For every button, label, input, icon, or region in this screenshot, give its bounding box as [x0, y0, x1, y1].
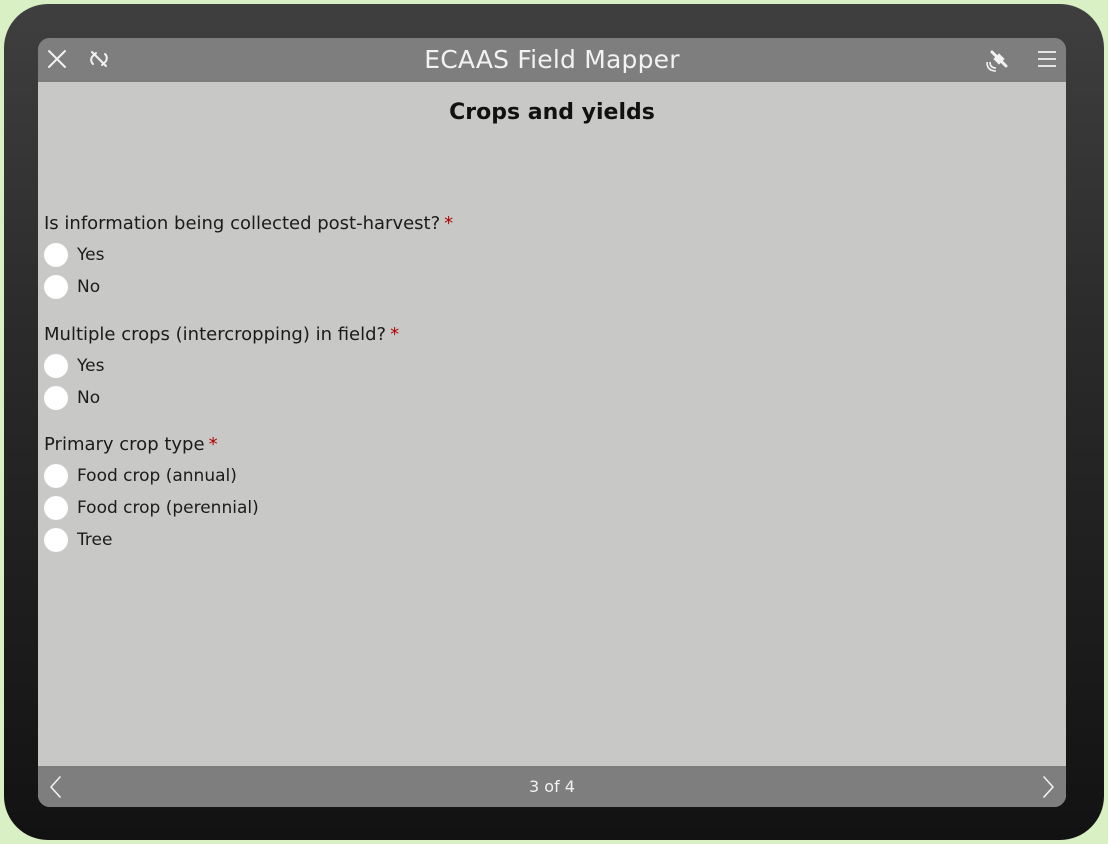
- question-primary-crop-type: Primary crop type * Food crop (annual) Fo…: [44, 430, 1044, 556]
- option-label: No: [77, 277, 101, 297]
- required-marker: *: [208, 434, 218, 455]
- radio-option-yes[interactable]: Yes: [44, 239, 1044, 271]
- radio-option-food-crop-annual[interactable]: Food crop (annual): [44, 460, 1044, 492]
- gps-satellite-icon[interactable]: [984, 44, 1014, 74]
- question-post-harvest: Is information being collected post-harv…: [44, 209, 1044, 303]
- radio-option-no[interactable]: No: [44, 382, 1044, 414]
- question-text: Is information being collected post-harv…: [44, 213, 441, 234]
- radio-button[interactable]: [44, 528, 68, 552]
- option-label: Tree: [77, 530, 113, 550]
- radio-button[interactable]: [44, 496, 68, 520]
- app-header: ECAAS Field Mapper: [38, 38, 1066, 82]
- radio-button[interactable]: [44, 243, 68, 267]
- menu-icon[interactable]: [1032, 44, 1062, 74]
- required-marker: *: [390, 324, 400, 345]
- chevron-right-icon[interactable]: [1036, 774, 1060, 800]
- page-indicator: 3 of 4: [529, 777, 575, 796]
- radio-option-tree[interactable]: Tree: [44, 524, 1044, 556]
- app-title: ECAAS Field Mapper: [424, 45, 680, 74]
- radio-button[interactable]: [44, 354, 68, 378]
- radio-button[interactable]: [44, 464, 68, 488]
- question-label: Primary crop type *: [44, 430, 1044, 460]
- radio-option-food-crop-perennial[interactable]: Food crop (perennial): [44, 492, 1044, 524]
- question-text: Multiple crops (intercropping) in field?: [44, 324, 387, 345]
- question-label: Multiple crops (intercropping) in field?…: [44, 320, 1044, 350]
- question-intercropping: Multiple crops (intercropping) in field?…: [44, 320, 1044, 414]
- question-label: Is information being collected post-harv…: [44, 209, 1044, 239]
- question-text: Primary crop type: [44, 434, 205, 455]
- page-title: Crops and yields: [449, 100, 655, 125]
- radio-option-yes[interactable]: Yes: [44, 350, 1044, 382]
- pagination-footer: 3 of 4: [38, 766, 1066, 807]
- option-label: Food crop (annual): [77, 466, 237, 486]
- option-label: Yes: [77, 356, 105, 376]
- option-label: Food crop (perennial): [77, 498, 259, 518]
- option-label: Yes: [77, 245, 105, 265]
- tablet-frame: ECAAS Field Mapper Crops and yields Is i…: [4, 4, 1104, 840]
- radio-button[interactable]: [44, 386, 68, 410]
- radio-option-no[interactable]: No: [44, 271, 1044, 303]
- radio-button[interactable]: [44, 275, 68, 299]
- required-marker: *: [444, 213, 454, 234]
- form-content: Crops and yields Is information being co…: [38, 82, 1066, 766]
- app-screen: ECAAS Field Mapper Crops and yields Is i…: [38, 38, 1066, 807]
- option-label: No: [77, 388, 101, 408]
